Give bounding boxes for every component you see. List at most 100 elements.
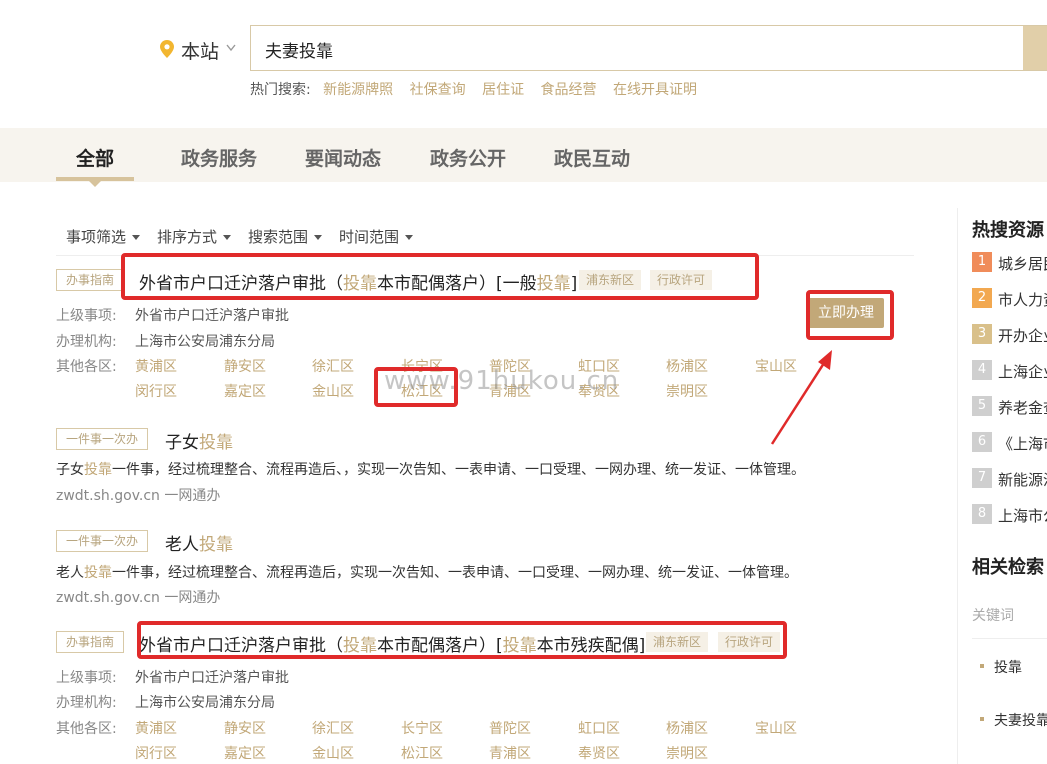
- district-link[interactable]: 虹口区: [578, 718, 620, 738]
- rank-badge: 8: [972, 504, 992, 524]
- district-link[interactable]: 闵行区: [135, 381, 177, 401]
- highlight-box-title-1: [121, 253, 759, 300]
- hot-resource-link[interactable]: 城乡居民: [998, 253, 1047, 274]
- caret-down-icon: [405, 235, 414, 240]
- location-pin-icon: [160, 40, 174, 58]
- filter-scope[interactable]: 搜索范围: [248, 226, 323, 247]
- rank-badge: 4: [972, 360, 992, 380]
- district-link[interactable]: 青浦区: [489, 743, 531, 763]
- district-link[interactable]: 嘉定区: [224, 743, 266, 763]
- hot-resources-title: 热搜资源: [972, 220, 1044, 241]
- caret-down-icon: [132, 235, 141, 240]
- district-link[interactable]: 金山区: [312, 743, 354, 763]
- hot-resource-link[interactable]: 上海市公: [998, 505, 1047, 526]
- result-description: 子女投靠一件事，经过梳理整合、流程再造后、，实现一次告知、一表申请、一口受理、一…: [56, 462, 805, 478]
- result-source: zwdt.sh.gov.cn 一网通办: [56, 488, 221, 504]
- result-description: 老人投靠一件事，经过梳理整合、流程再造后，实现一次告知、一表申请、一口受理、一网…: [56, 565, 798, 581]
- category-tab-bar: [0, 128, 1047, 182]
- filter-sort[interactable]: 排序方式: [157, 226, 232, 247]
- filter-time[interactable]: 时间范围: [339, 226, 414, 247]
- highlight-box-title-4: [137, 621, 787, 659]
- district-link[interactable]: 徐汇区: [312, 356, 354, 376]
- district-link[interactable]: 静安区: [224, 356, 266, 376]
- district-link[interactable]: 闵行区: [135, 743, 177, 763]
- divider: [972, 638, 1047, 639]
- district-link[interactable]: 杨浦区: [666, 356, 708, 376]
- hot-search-row: 热门搜索: 新能源牌照 社保查询 居住证 食品经营 在线开具证明: [250, 79, 701, 99]
- active-tab-caret: [89, 181, 101, 187]
- rank-badge: 7: [972, 468, 992, 488]
- bullet-icon: [980, 717, 984, 721]
- rank-badge: 6: [972, 432, 992, 452]
- keyword-label: 关键词: [972, 608, 1014, 624]
- tab-news[interactable]: 要闻动态: [305, 144, 381, 171]
- tab-government-services[interactable]: 政务服务: [181, 144, 257, 171]
- result-source: zwdt.sh.gov.cn 一网通办: [56, 590, 221, 606]
- other-districts-label: 其他各区:: [56, 721, 117, 737]
- district-link[interactable]: 长宁区: [401, 718, 443, 738]
- district-link[interactable]: 普陀区: [489, 718, 531, 738]
- bullet-icon: [980, 664, 984, 668]
- org-label: 办理机构:: [56, 695, 117, 711]
- hot-link[interactable]: 在线开具证明: [613, 82, 697, 98]
- district-link[interactable]: 崇明区: [666, 743, 708, 763]
- district-link[interactable]: 金山区: [312, 381, 354, 401]
- search-box: [250, 25, 1047, 72]
- rank-badge: 2: [972, 288, 992, 308]
- district-link[interactable]: 奉贤区: [578, 743, 620, 763]
- org-label: 办理机构:: [56, 334, 117, 350]
- district-link[interactable]: 杨浦区: [666, 718, 708, 738]
- caret-down-icon: [314, 235, 323, 240]
- hot-resource-link[interactable]: 《上海市: [998, 433, 1047, 454]
- rank-badge: 3: [972, 324, 992, 344]
- related-search-title: 相关检索: [972, 557, 1044, 578]
- result-title-link[interactable]: 子女投靠: [165, 428, 233, 453]
- result-tag: 办事指南: [56, 269, 125, 291]
- district-link[interactable]: 静安区: [224, 718, 266, 738]
- parent-item-value: 外省市户口迁沪落户审批: [135, 308, 289, 324]
- sidebar-divider: [957, 208, 958, 764]
- watermark: www.91hukou.cn: [384, 366, 620, 396]
- hot-resource-link[interactable]: 上海企业: [998, 361, 1047, 382]
- result-tag: 一件事一次办: [56, 530, 149, 552]
- chevron-down-icon[interactable]: [226, 44, 236, 52]
- parent-item-label: 上级事项:: [56, 670, 117, 686]
- parent-item-value: 外省市户口迁沪落户审批: [135, 670, 289, 686]
- tab-interaction[interactable]: 政民互动: [554, 144, 630, 171]
- result-tag: 办事指南: [56, 631, 125, 653]
- district-link[interactable]: 徐汇区: [312, 718, 354, 738]
- hot-resource-link[interactable]: 养老金查: [998, 397, 1047, 418]
- hot-search-label: 热门搜索:: [250, 82, 311, 98]
- district-link[interactable]: 宝山区: [755, 718, 797, 738]
- tab-all[interactable]: 全部: [76, 144, 114, 171]
- rank-badge: 5: [972, 396, 992, 416]
- district-link[interactable]: 黄浦区: [135, 718, 177, 738]
- district-link[interactable]: 松江区: [401, 743, 443, 763]
- hot-resource-link[interactable]: 新能源汽: [998, 469, 1047, 490]
- parent-item-label: 上级事项:: [56, 308, 117, 324]
- hot-link[interactable]: 社保查询: [410, 82, 466, 98]
- hot-link[interactable]: 新能源牌照: [323, 82, 393, 98]
- hot-resource-link[interactable]: 开办企业: [998, 325, 1047, 346]
- related-search-link[interactable]: 夫妻投靠: [994, 710, 1047, 730]
- filter-item-type[interactable]: 事项筛选: [66, 226, 141, 247]
- org-value: 上海市公安局浦东分局: [135, 334, 275, 350]
- district-link[interactable]: 嘉定区: [224, 381, 266, 401]
- result-tag: 一件事一次办: [56, 428, 149, 450]
- other-districts-label: 其他各区:: [56, 359, 117, 375]
- hot-resource-link[interactable]: 市人力资: [998, 289, 1047, 310]
- caret-down-icon: [223, 235, 232, 240]
- district-link[interactable]: 黄浦区: [135, 356, 177, 376]
- hot-link[interactable]: 食品经营: [541, 82, 597, 98]
- annotation-arrow-icon: [770, 350, 832, 445]
- org-value: 上海市公安局浦东分局: [135, 695, 275, 711]
- search-input[interactable]: [263, 26, 1007, 72]
- result-title-link[interactable]: 老人投靠: [165, 530, 233, 555]
- tab-public-info[interactable]: 政务公开: [430, 144, 506, 171]
- hot-link[interactable]: 居住证: [482, 82, 524, 98]
- district-link[interactable]: 崇明区: [666, 381, 708, 401]
- highlight-box-apply: [806, 290, 894, 340]
- related-search-link[interactable]: 投靠: [994, 657, 1022, 677]
- search-button[interactable]: [1023, 26, 1047, 70]
- location-selector[interactable]: 本站: [181, 37, 219, 64]
